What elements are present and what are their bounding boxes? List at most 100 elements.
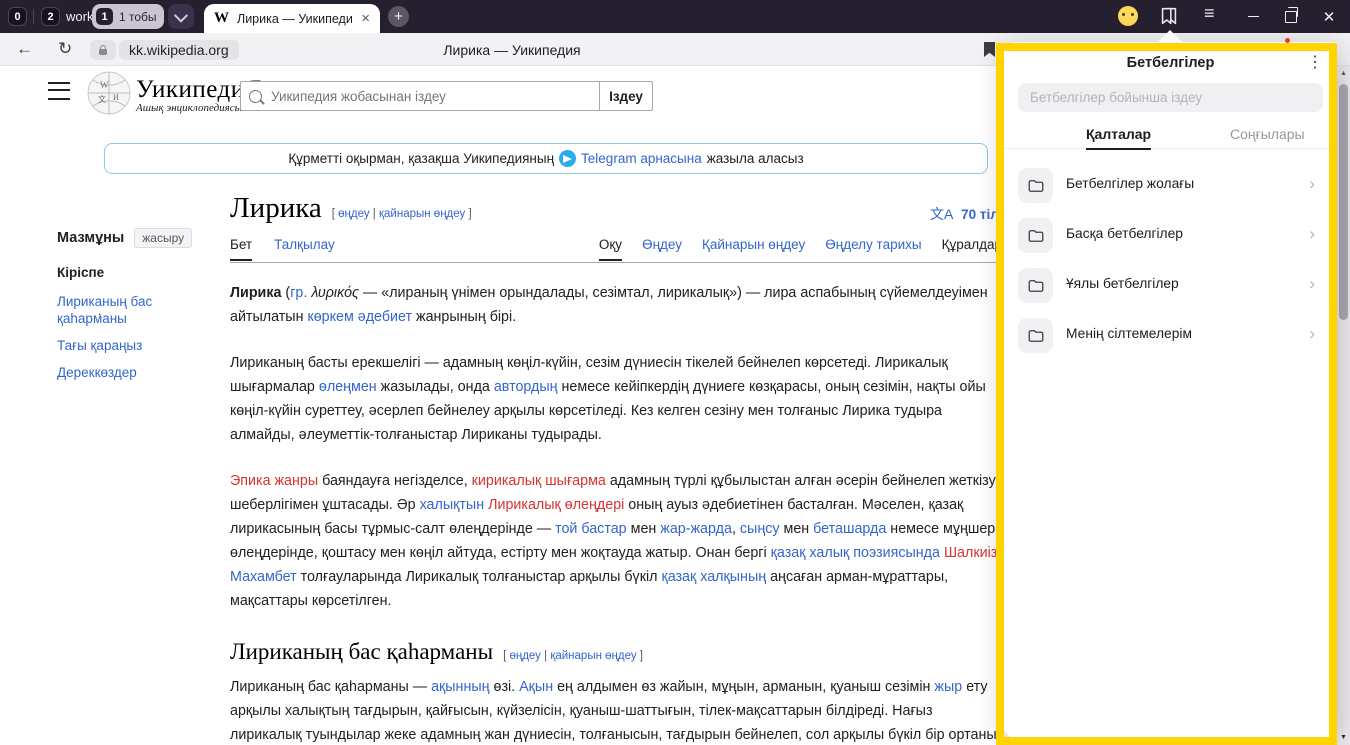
page-tabs: Бет Талқылау Оқу Өңдеу Қайнарын өңдеу Өң…	[230, 237, 1002, 263]
tab-talk[interactable]: Талқылау	[274, 237, 335, 261]
telegram-link[interactable]: Telegram арнасына	[581, 151, 702, 166]
article-link[interactable]: Шалкиіз	[944, 545, 997, 561]
tab-group[interactable]: 1 1 тобы	[92, 4, 164, 29]
edit-link[interactable]: өңдеу	[509, 650, 540, 662]
article-paragraph: Эпика жанры баяндауға негізделсе, кирика…	[230, 469, 1002, 613]
folder-row[interactable]: Ұялы бетбелгілер ›	[1004, 264, 1337, 314]
folder-row[interactable]: Басқа бетбелгілер ›	[1004, 214, 1337, 264]
profile-avatar[interactable]	[1118, 6, 1138, 26]
close-tab-icon[interactable]: ×	[361, 11, 370, 26]
bookmarks-search-input[interactable]	[1018, 83, 1323, 112]
tab-tools[interactable]: Құралдар	[942, 237, 1002, 261]
tab-read[interactable]: Оқу	[599, 237, 622, 261]
article-link[interactable]: сыңсу	[740, 521, 780, 537]
text-run: мен	[627, 521, 661, 537]
language-icon: 文A	[930, 206, 953, 222]
banner-text-prefix: Құрметті оқырман, қазақша Уикипедияның	[288, 151, 554, 166]
banner-text-suffix: жазыла аласыз	[707, 151, 804, 166]
toc-item[interactable]: Дереккөздер	[57, 364, 215, 381]
page-scrollbar[interactable]: ▲ ▼	[1337, 66, 1350, 745]
tab-counter-badge-zero[interactable]: 0	[8, 7, 27, 26]
article-link[interactable]: ақынның	[431, 679, 489, 695]
article-link[interactable]: өлеңмен	[319, 379, 377, 395]
tab-strip: 0 2 work 1 1 тобы W Лирика — Уикипедия ×…	[0, 0, 1350, 33]
chevron-right-icon: ›	[1309, 324, 1315, 344]
address-bar-page-title: Лирика — Уикипедия	[0, 42, 1024, 58]
wiki-search-input[interactable]	[269, 88, 599, 105]
workspace-badge[interactable]: 2	[41, 7, 60, 26]
folder-row[interactable]: Бетбелгілер жолағы ›	[1004, 164, 1337, 214]
article-link[interactable]: Махамбет	[230, 569, 297, 585]
article-link[interactable]: Ақын	[519, 679, 553, 695]
text-run: ең алдымен өз жайын, мұңын, арманын, қуа…	[553, 679, 934, 695]
scroll-down-icon[interactable]: ▼	[1337, 734, 1350, 741]
toc-item[interactable]: Тағы қараңыз	[57, 337, 215, 354]
toc-hide-button[interactable]: жасыру	[134, 228, 192, 248]
article-link[interactable]: көркем әдебиет	[307, 309, 412, 325]
text-run: ,	[997, 545, 1001, 561]
folder-label: Ұялы бетбелгілер	[1066, 276, 1179, 291]
bookmarks-folder-list: Бетбелгілер жолағы › Басқа бетбелгілер ›…	[1004, 164, 1337, 364]
article-link[interactable]: кирикалық шығарма	[472, 473, 606, 489]
edit-link[interactable]: өңдеу	[338, 208, 369, 220]
toc-item[interactable]: Лириканың бас қаһарманы	[57, 293, 215, 327]
tab-edit-source[interactable]: Қайнарын өңдеу	[702, 237, 805, 261]
text-run: (	[281, 285, 290, 301]
article-link[interactable]: автордың	[494, 379, 558, 395]
text-run: жазылады, онда	[377, 379, 494, 395]
article-link[interactable]: Эпика жанры	[230, 473, 318, 489]
restore-window-button[interactable]	[1274, 0, 1308, 33]
new-tab-button[interactable]: +	[388, 6, 409, 27]
source-edit-link[interactable]: қайнарын өңдеу	[379, 208, 465, 220]
wiki-search-box[interactable]	[240, 81, 599, 111]
article-link[interactable]: беташарда	[813, 521, 886, 537]
tab-group-expand-button[interactable]	[168, 4, 194, 29]
text-run: Лирика	[230, 285, 281, 301]
article-link[interactable]: қазақ халық поэзиясында	[771, 545, 940, 561]
wiki-search-button[interactable]: Іздеу	[599, 81, 653, 111]
toc-title: Мазмұны	[57, 230, 124, 246]
text-run: толғауларында Лирикалық толғаныстар арқы…	[297, 569, 662, 585]
scrollbar-thumb[interactable]	[1339, 84, 1348, 320]
folder-row[interactable]: Менің сілтемелерім ›	[1004, 314, 1337, 364]
tab-history[interactable]: Өңделу тарихы	[825, 237, 921, 261]
minimize-window-button[interactable]	[1236, 0, 1270, 33]
source-edit-link[interactable]: қайнарын өңдеу	[550, 650, 636, 662]
article-link[interactable]: той бастар	[555, 521, 627, 537]
article-link[interactable]: жыр	[934, 679, 962, 695]
article-paragraph: Лириканың басты ерекшелігі — адамның көң…	[230, 351, 1002, 447]
kebab-menu-icon[interactable]: ⋮	[1307, 52, 1323, 72]
folder-icon	[1018, 218, 1053, 253]
workspace-label[interactable]: work	[66, 9, 93, 24]
bookmarks-panel-title: Бетбелгілер	[1004, 55, 1337, 71]
folder-icon	[1018, 318, 1053, 353]
text-run: Лириканың бас қаһарманы —	[230, 679, 431, 695]
article-link[interactable]: гр.	[290, 285, 307, 301]
wiki-menu-icon[interactable]	[48, 82, 70, 100]
article-link[interactable]: Лирикалық өлеңдері	[488, 497, 624, 513]
article-link[interactable]: қазақ халқының	[661, 569, 766, 585]
article-link[interactable]: халықтын	[420, 497, 485, 513]
scroll-up-icon[interactable]: ▲	[1337, 70, 1350, 77]
article: Лирика [ өңдеу | қайнарын өңдеу ] 文A 70 …	[230, 192, 1002, 745]
wikipedia-logo[interactable]: W И 文	[86, 70, 132, 116]
language-selector[interactable]: 文A 70 тіл	[930, 204, 999, 224]
active-tab[interactable]: W Лирика — Уикипедия ×	[204, 4, 380, 33]
article-paragraph: Лириканың бас қаһарманы — ақынның өзі. А…	[230, 675, 1002, 745]
chevron-right-icon: ›	[1309, 174, 1315, 194]
svg-text:文: 文	[98, 94, 106, 104]
tab-folders[interactable]: Қалталар	[1086, 126, 1151, 150]
bookmarks-panel-icon[interactable]	[1158, 5, 1180, 27]
tab-edit[interactable]: Өңдеу	[642, 237, 682, 261]
bookmarks-panel: Бетбелгілер ⋮ Қалталар Соңғылары Бетбелг…	[1004, 42, 1337, 738]
tab-page[interactable]: Бет	[230, 237, 252, 261]
wikipedia-favicon-icon: W	[214, 10, 229, 27]
toc-item-intro[interactable]: Кіріспе	[57, 264, 215, 281]
close-window-button[interactable]: ✕	[1312, 0, 1346, 33]
stray-dot: .	[98, 304, 101, 318]
sitenotice-banner: Құрметті оқырман, қазақша Уикипедияның T…	[104, 143, 988, 174]
tab-group-count-badge: 1	[96, 8, 113, 25]
article-link[interactable]: жар-жарда	[660, 521, 732, 537]
tab-recent[interactable]: Соңғылары	[1230, 126, 1305, 148]
browser-menu-icon[interactable]: ≡	[1204, 3, 1215, 24]
